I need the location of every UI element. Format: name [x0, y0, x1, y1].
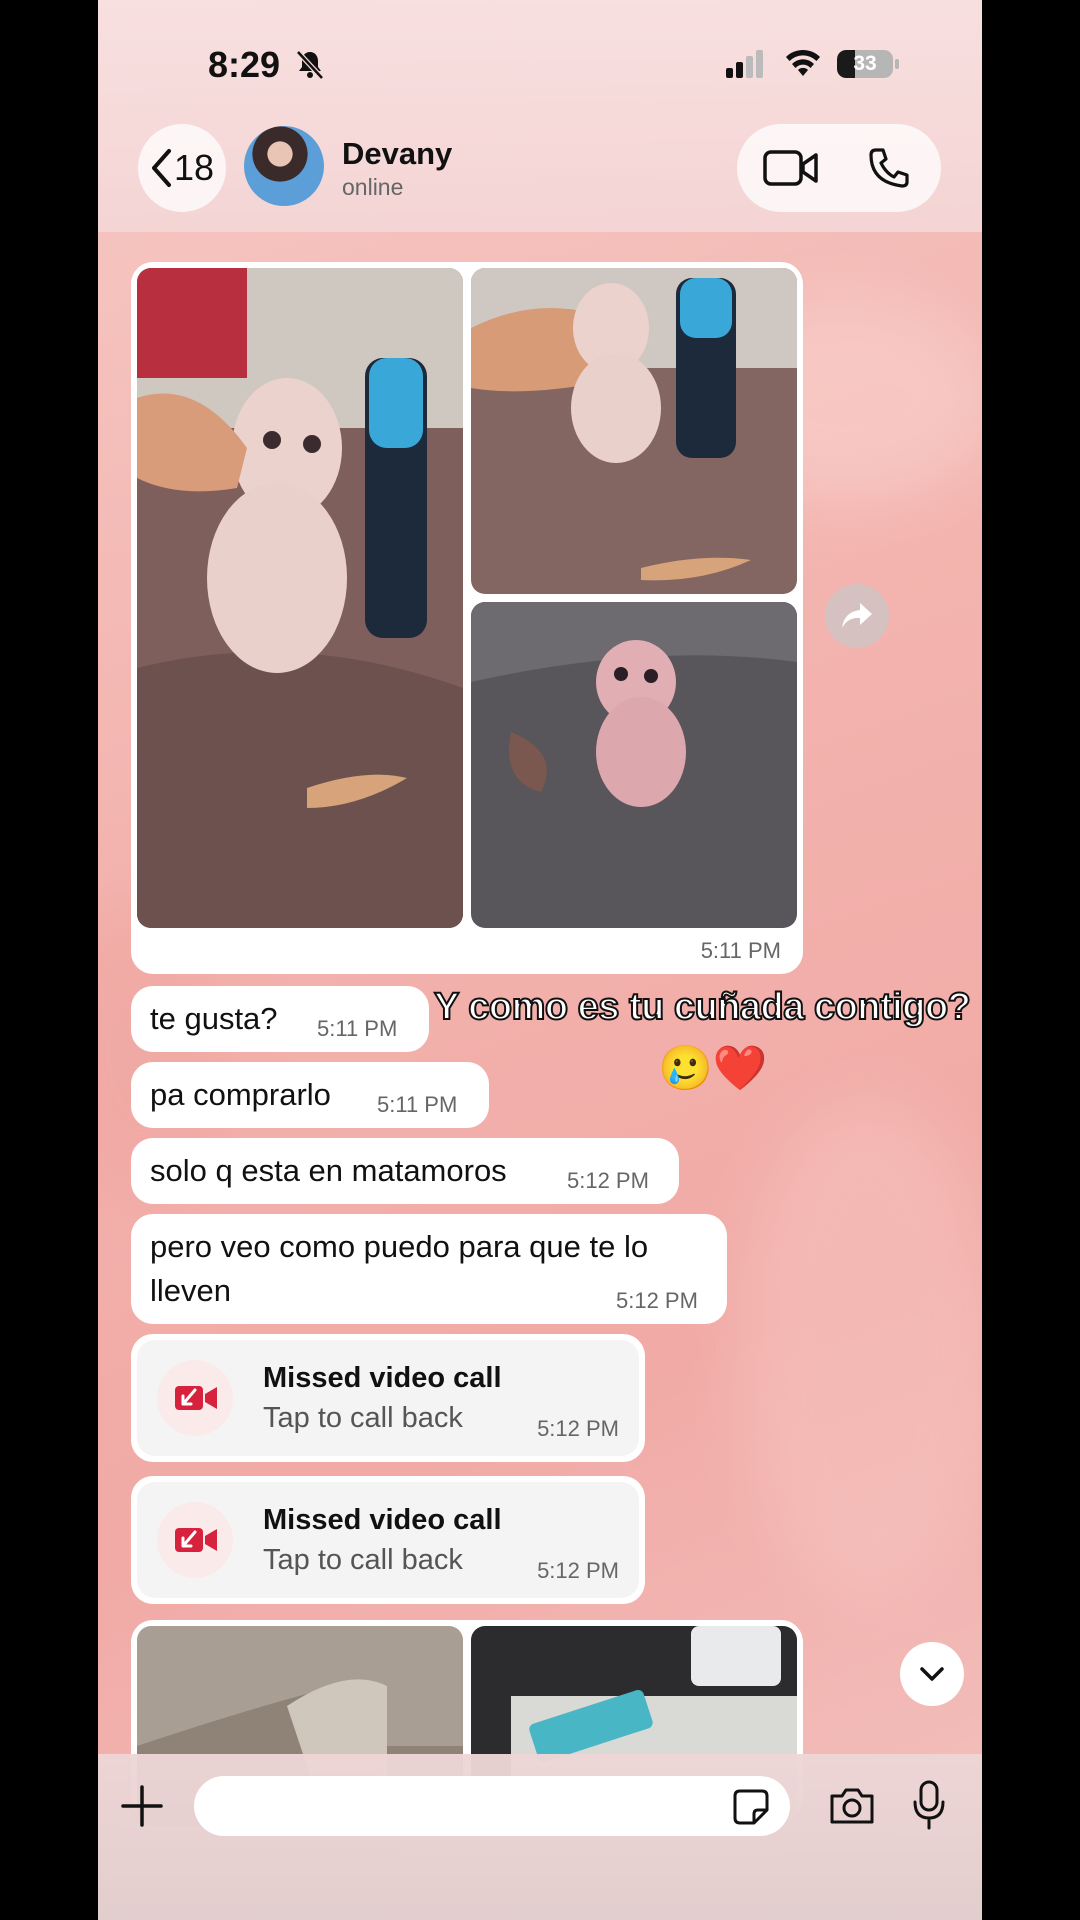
- message-bubble[interactable]: pero veo como puedo para que te lo lleve…: [131, 1214, 727, 1324]
- message-time: 5:12 PM: [616, 1288, 698, 1313]
- missed-video-call-icon: [175, 1528, 217, 1552]
- chat-header: 8:29 33 18 Devany online: [98, 0, 982, 232]
- forward-arrow-icon: [842, 603, 872, 628]
- message-bubble[interactable]: te gusta? 5:11 PM: [131, 986, 429, 1052]
- call-title: Missed video call: [263, 1504, 502, 1536]
- album-time: 5:11 PM: [700, 938, 781, 963]
- scroll-down-button[interactable]: [900, 1642, 964, 1706]
- missed-video-call-icon: [175, 1386, 217, 1410]
- chat-screen: 8:29 33 18 Devany online 5:11 PM te gust…: [98, 0, 982, 1920]
- overlay-emojis: 🥲❤️: [658, 1044, 768, 1093]
- call-subtitle: Tap to call back: [263, 1402, 463, 1434]
- message-text: pa comprarlo: [150, 1077, 331, 1112]
- photo-album[interactable]: 5:11 PM: [131, 262, 803, 974]
- photo-chihuahua-2[interactable]: [471, 268, 797, 594]
- status-time: 8:29: [208, 44, 281, 85]
- call-actions: [737, 124, 941, 212]
- chevron-left-icon: [151, 149, 171, 187]
- plus-icon[interactable]: [120, 1784, 164, 1828]
- sticker-icon[interactable]: [732, 1788, 770, 1826]
- battery-level-text: 33: [853, 52, 877, 75]
- video-call-icon[interactable]: [763, 148, 819, 188]
- photo-chihuahua-1[interactable]: [137, 268, 463, 928]
- message-text: te gusta?: [150, 1001, 278, 1036]
- unread-count: 18: [173, 147, 215, 188]
- photo-chihuahua-3[interactable]: [471, 602, 797, 928]
- missed-call-card[interactable]: Missed video call Tap to call back 5:12 …: [131, 1476, 645, 1604]
- contact-name[interactable]: Devany: [342, 136, 452, 172]
- call-time: 5:12 PM: [537, 1416, 619, 1441]
- contact-status: online: [342, 174, 404, 200]
- call-title: Missed video call: [263, 1362, 502, 1394]
- overlay-caption: Y como es tu cuñada contigo?: [433, 985, 972, 1029]
- cellular-signal-icon: [726, 50, 763, 78]
- back-button[interactable]: 18: [138, 124, 226, 212]
- status-bar: 8:29 33: [98, 44, 982, 85]
- bell-muted-icon: [296, 50, 324, 80]
- forward-button[interactable]: [825, 584, 889, 648]
- message-bubble[interactable]: pa comprarlo 5:11 PM: [131, 1062, 489, 1128]
- phone-call-icon[interactable]: [867, 146, 911, 190]
- message-text-line2: lleven: [150, 1273, 231, 1308]
- composer-bar: [98, 1754, 982, 1920]
- battery-indicator: 33: [837, 50, 899, 78]
- message-time: 5:12 PM: [567, 1168, 649, 1193]
- message-text-line1: pero veo como puedo para que te lo: [150, 1229, 649, 1264]
- avatar[interactable]: [244, 126, 324, 206]
- chevron-down-icon: [920, 1667, 944, 1681]
- message-time: 5:11 PM: [317, 1016, 398, 1041]
- microphone-icon[interactable]: [912, 1780, 946, 1830]
- call-time: 5:12 PM: [537, 1558, 619, 1583]
- camera-icon[interactable]: [828, 1786, 876, 1826]
- message-time: 5:11 PM: [377, 1092, 458, 1117]
- call-subtitle: Tap to call back: [263, 1544, 463, 1576]
- message-text: solo q esta en matamoros: [150, 1153, 507, 1188]
- message-bubble[interactable]: solo q esta en matamoros 5:12 PM: [131, 1138, 679, 1204]
- wifi-icon: [786, 49, 820, 76]
- missed-call-card[interactable]: Missed video call Tap to call back 5:12 …: [131, 1334, 645, 1462]
- message-input[interactable]: [194, 1776, 790, 1836]
